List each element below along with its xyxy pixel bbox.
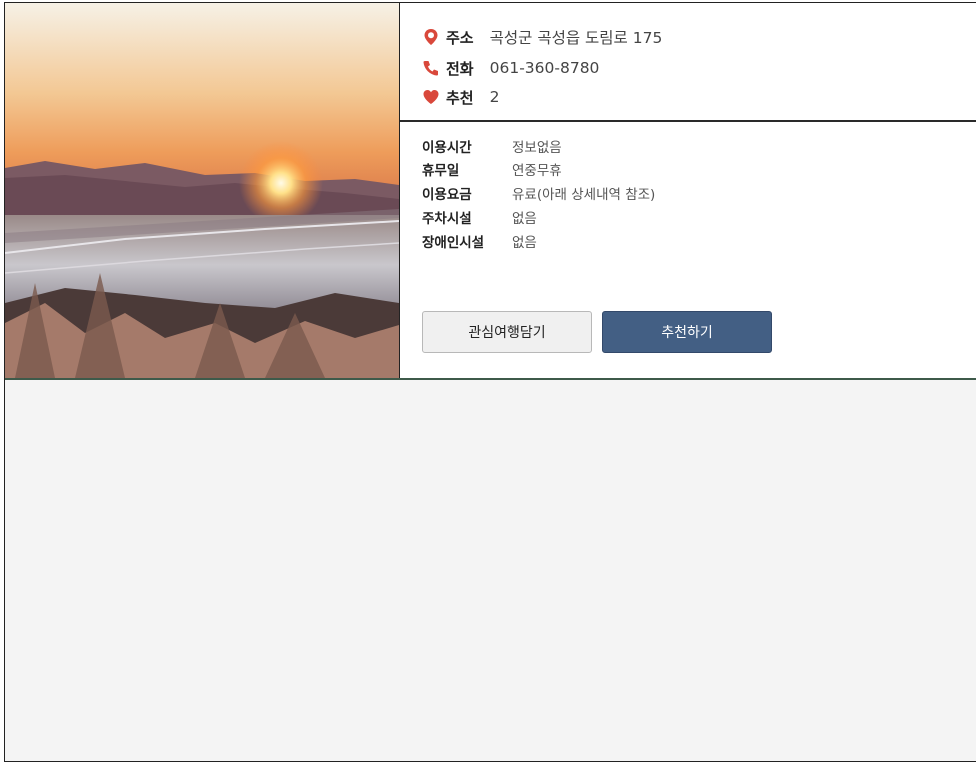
- detail-row-parking: 주차시설 없음: [422, 206, 537, 228]
- attraction-photo: [5, 3, 400, 378]
- contact-section: 주소 곡성군 곡성읍 도림로 175 전화 061-360-8780 추천 2: [400, 3, 976, 122]
- address-row: 주소 곡성군 곡성읍 도림로 175: [422, 25, 662, 49]
- phone-label: 전화: [446, 59, 474, 78]
- detail-value: 정보없음: [512, 140, 562, 156]
- detail-label: 이용시간: [422, 140, 472, 156]
- detail-row-accessibility: 장애인시설 없음: [422, 230, 537, 252]
- detail-row-fee: 이용요금 유료(아래 상세내역 참조): [422, 182, 655, 204]
- phone-row: 전화 061-360-8780: [422, 56, 599, 80]
- detail-label: 장애인시설: [422, 235, 485, 251]
- attraction-summary-panel: 주소 곡성군 곡성읍 도림로 175 전화 061-360-8780 추천 2: [5, 3, 976, 380]
- detail-value: 없음: [512, 235, 537, 251]
- heart-icon: [423, 90, 439, 104]
- detail-row-holiday: 휴무일 연중무휴: [422, 158, 562, 180]
- address-label: 주소: [446, 28, 474, 47]
- detail-value: 유료(아래 상세내역 참조): [512, 187, 656, 203]
- phone-icon: [423, 61, 438, 76]
- attraction-info: 주소 곡성군 곡성읍 도림로 175 전화 061-360-8780 추천 2: [400, 3, 976, 378]
- phone-value: 061-360-8780: [489, 59, 600, 77]
- detail-label: 휴무일: [422, 163, 460, 179]
- content-frame: 주소 곡성군 곡성읍 도림로 175 전화 061-360-8780 추천 2: [4, 2, 976, 762]
- recommend-count: 2: [489, 88, 500, 106]
- recommend-button[interactable]: 추천하기: [602, 311, 772, 353]
- add-to-favorites-button[interactable]: 관심여행담기: [422, 311, 592, 353]
- detail-value: 없음: [512, 211, 537, 227]
- detail-label: 이용요금: [422, 187, 472, 203]
- detail-label: 주차시설: [422, 211, 472, 227]
- detail-value: 연중무휴: [512, 163, 562, 179]
- sunrise-photo: [5, 3, 399, 378]
- recommend-label: 추천: [446, 88, 474, 107]
- address-value: 곡성군 곡성읍 도림로 175: [489, 29, 663, 47]
- location-pin-icon: [424, 29, 438, 45]
- detail-row-hours: 이용시간 정보없음: [422, 135, 562, 157]
- recommend-row: 추천 2: [422, 85, 499, 109]
